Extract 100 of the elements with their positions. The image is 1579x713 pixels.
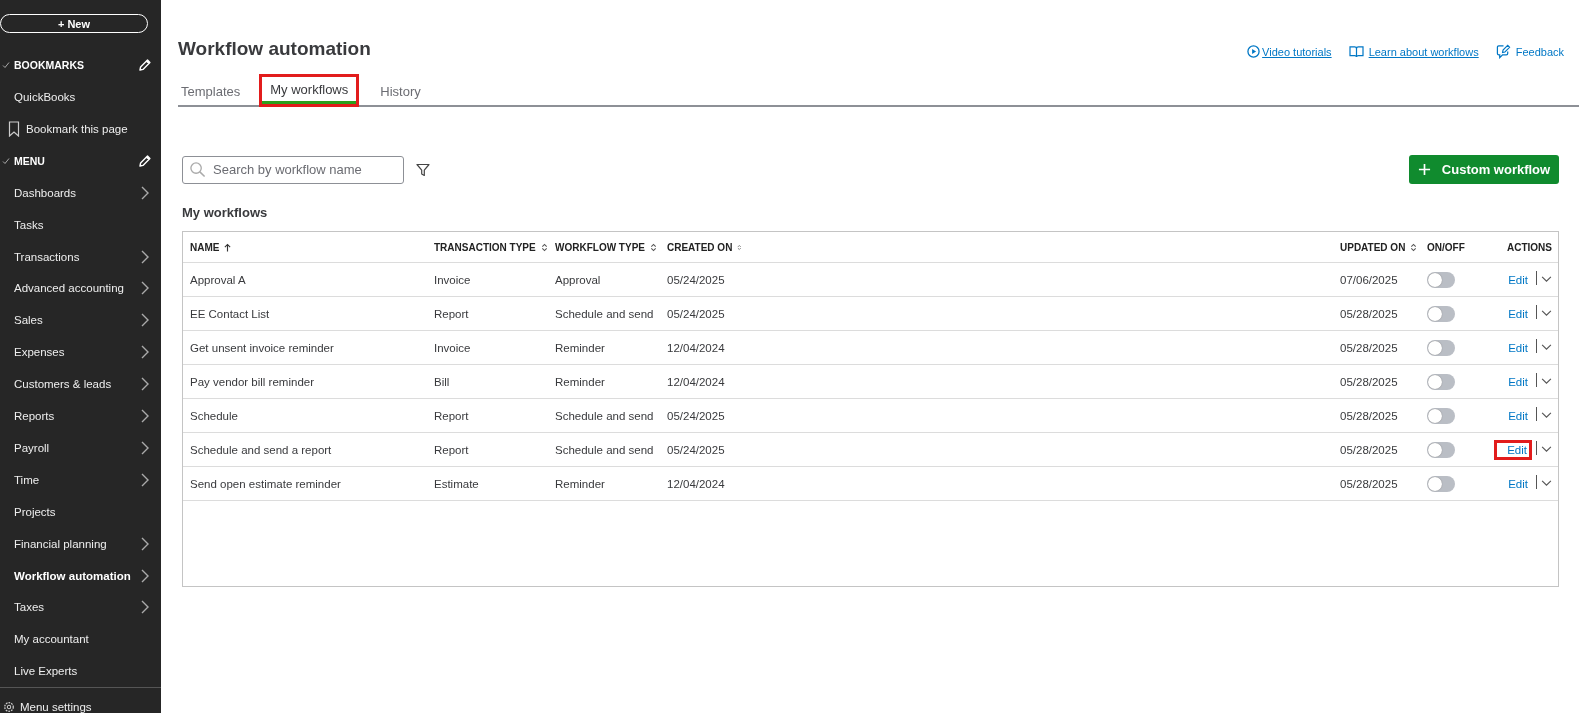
toggle-switch[interactable] (1427, 305, 1455, 322)
table-cell: 05/28/2025 (1340, 443, 1398, 456)
filter-icon[interactable] (416, 162, 430, 177)
table-cell: Schedule (190, 409, 238, 422)
sidebar-item[interactable]: Live Experts (0, 655, 161, 688)
sidebar-item[interactable]: Dashboards (0, 176, 161, 209)
book-icon (1348, 45, 1364, 58)
table-cell: Report (434, 409, 469, 422)
column-header[interactable]: CREATED ON (667, 241, 733, 253)
table-cell: Invoice (434, 341, 471, 354)
table-cell: 12/04/2024 (667, 375, 725, 388)
toggle-switch[interactable] (1427, 441, 1455, 458)
tab[interactable]: My workflows (259, 74, 360, 107)
menu-settings-item[interactable]: Menu settings (0, 687, 161, 713)
search-icon (189, 160, 206, 178)
table-cell: Schedule and send (555, 307, 654, 320)
table-cell: 05/28/2025 (1340, 477, 1398, 490)
sidebar-item[interactable]: Transactions (0, 240, 161, 273)
edit-link[interactable]: Edit (1504, 270, 1532, 289)
table-cell: 05/28/2025 (1340, 409, 1398, 422)
sidebar-item[interactable]: My accountant (0, 623, 161, 656)
column-header[interactable]: TRANSACTION TYPE (434, 241, 536, 253)
bookmark-icon (8, 121, 20, 138)
table-cell: Invoice (434, 273, 471, 286)
column-header[interactable]: ON/OFF (1427, 241, 1465, 253)
sidebar-item[interactable]: Taxes (0, 591, 161, 624)
table-cell: Schedule and send (555, 443, 654, 456)
chevron-down-icon[interactable] (1541, 310, 1552, 317)
sidebar-item[interactable]: Tasks (0, 208, 161, 241)
table-cell: 12/04/2024 (667, 341, 725, 354)
table-cell: Reminder (555, 477, 605, 490)
sidebar-item[interactable]: Expenses (0, 336, 161, 369)
sidebar-item[interactable]: Payroll (0, 432, 161, 464)
sidebar-item[interactable]: Reports (0, 400, 161, 432)
table-cell: 05/28/2025 (1340, 341, 1398, 354)
chevron-down-icon[interactable] (1541, 276, 1552, 283)
feedback-icon (1495, 44, 1511, 59)
sidebar-item[interactable]: Projects (0, 495, 161, 528)
edit-link[interactable]: Edit (1504, 304, 1532, 323)
section-header: MENU (14, 154, 45, 167)
table-cell: 07/06/2025 (1340, 273, 1398, 286)
table-cell: Approval A (190, 273, 246, 286)
sidebar-item[interactable]: Advanced accounting (0, 272, 161, 305)
search-field[interactable]: Search by workflow name (182, 155, 404, 184)
check-icon[interactable] (2, 61, 10, 70)
help-link[interactable]: Video tutorials (1247, 44, 1332, 59)
custom-workflow-button[interactable]: Custom workflow (1409, 155, 1559, 184)
table-cell: 05/24/2025 (667, 409, 725, 422)
edit-link[interactable]: Edit (1504, 474, 1532, 493)
column-header[interactable]: WORKFLOW TYPE (555, 241, 645, 253)
table-cell: EE Contact List (190, 307, 270, 320)
table-cell: Reminder (555, 375, 605, 388)
sidebar-item[interactable]: Customers & leads (0, 368, 161, 401)
help-link[interactable]: Learn about workflows (1348, 44, 1479, 59)
toggle-switch[interactable] (1427, 271, 1455, 288)
table-cell: Report (434, 307, 469, 320)
toggle-switch[interactable] (1427, 339, 1455, 356)
bookmark-item[interactable]: Bookmark this page (0, 113, 161, 145)
sidebar-item[interactable]: Time (0, 463, 161, 496)
edit-link[interactable]: Edit (1494, 439, 1532, 460)
table-cell: 05/28/2025 (1340, 307, 1398, 320)
chevron-down-icon[interactable] (1541, 344, 1552, 351)
toggle-switch[interactable] (1427, 475, 1455, 492)
tab[interactable]: Templates (178, 74, 252, 107)
table-cell: 12/04/2024 (667, 477, 725, 490)
section-title: My workflows (182, 205, 269, 220)
help-link[interactable]: Feedback (1495, 44, 1564, 59)
edit-link[interactable]: Edit (1504, 372, 1532, 391)
table-cell: Schedule and send (555, 409, 654, 422)
sidebar-item[interactable]: Financial planning (0, 527, 161, 560)
section-header: BOOKMARKS (14, 59, 84, 72)
column-header[interactable]: UPDATED ON (1340, 241, 1406, 253)
play-icon (1247, 45, 1261, 58)
table-cell: 05/28/2025 (1340, 375, 1398, 388)
table-cell: Send open estimate reminder (190, 477, 341, 490)
table-cell: 05/24/2025 (667, 443, 725, 456)
chevron-down-icon[interactable] (1541, 412, 1552, 419)
toggle-switch[interactable] (1427, 407, 1455, 424)
pencil-icon[interactable] (138, 58, 152, 73)
edit-link[interactable]: Edit (1504, 406, 1532, 425)
plus-icon (1417, 163, 1431, 176)
column-header[interactable]: NAME (190, 241, 220, 253)
sidebar-item[interactable]: Workflow automation (0, 559, 161, 592)
pencil-icon[interactable] (138, 153, 152, 168)
table-cell: Reminder (555, 341, 605, 354)
edit-link[interactable]: Edit (1504, 338, 1532, 357)
chevron-down-icon[interactable] (1541, 378, 1552, 385)
sidebar-item[interactable]: Sales (0, 304, 161, 337)
table-cell: Estimate (434, 477, 479, 490)
table-cell: 05/24/2025 (667, 307, 725, 320)
table-cell: Approval (555, 273, 601, 286)
table-cell: Schedule and send a report (190, 443, 332, 456)
chevron-down-icon[interactable] (1541, 446, 1552, 453)
table-cell: Bill (434, 375, 450, 388)
toggle-switch[interactable] (1427, 373, 1455, 390)
check-icon[interactable] (2, 156, 10, 165)
sidebar-item[interactable]: QuickBooks (14, 91, 76, 104)
column-header[interactable]: ACTIONS (1507, 241, 1552, 253)
tab[interactable]: History (367, 74, 432, 107)
chevron-down-icon[interactable] (1541, 480, 1552, 487)
